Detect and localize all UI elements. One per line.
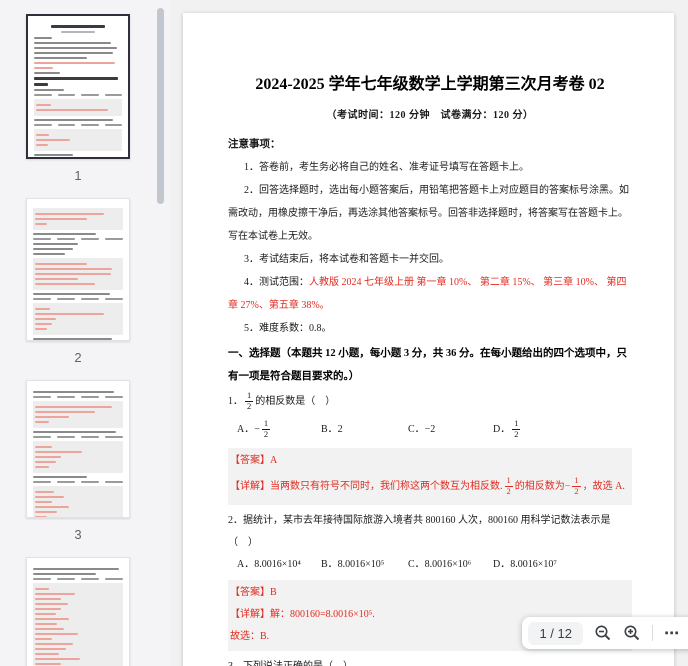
thumbnail-item-1: 1 [26,14,130,192]
page-thumbnail-4[interactable] [26,557,130,666]
notice-item-3: 3．考试结束后，将本试卷和答题卡一并交回。 [228,248,632,271]
notice-item-1: 1．答卷前，考生务必将自己的姓名、准考证号填写在答题卡上。 [228,156,632,179]
fraction: 12 [512,419,520,440]
fraction: 12 [572,476,580,497]
thumbnail-sidebar: 1 2 3 4 [0,0,170,666]
notice-item-2: 2．回答选择题时，选出每小题答案后，用铅笔把答题卡上对应题目的答案标号涂黑。如需… [228,179,632,248]
viewer-toolbar: 1 / 12 ⋯ [522,617,688,649]
page-thumbnail-1[interactable] [26,14,130,159]
page-indicator[interactable]: 1 / 12 [528,622,583,645]
exam-subtitle: （考试时间：120 分钟 试卷满分：120 分） [228,106,632,121]
document-viewport: 2024-2025 学年七年级数学上学期第三次月考卷 02 （考试时间：120 … [170,0,688,666]
thumbnail-item-4: 4 [26,557,130,666]
explanation-1: 【详解】当两数只有符号不同时，我们称这两个数互为相反数.12的相反数为−12，故… [230,472,628,502]
page-thumbnail-2[interactable] [26,198,130,341]
document-page-1: 2024-2025 学年七年级数学上学期第三次月考卷 02 （考试时间：120 … [183,13,674,666]
option-b: B．2 [321,416,408,444]
sidebar-scrollbar[interactable] [157,8,164,204]
exam-title: 2024-2025 学年七年级数学上学期第三次月考卷 02 [228,73,632,97]
thumbnail-list: 1 2 3 4 [0,0,156,666]
option-c: C．8.0016×10⁶ [408,554,493,576]
notice-item-5: 5．难度系数：0.8。 [228,317,632,340]
question-2-stem: 2．据统计，某市去年接待国际旅游入境者共 800160 人次，800160 用科… [228,510,632,554]
option-d: D．12 [493,416,522,444]
option-d: D．8.0016×10⁷ [493,554,557,576]
toolbar-divider [652,625,653,641]
answer-2: 【答案】B [230,582,628,604]
fraction: 12 [505,476,513,497]
thumbnail-item-2: 2 [26,198,130,374]
answer-1: 【答案】A [230,450,628,472]
question-3-stem: 3．下列说法正确的是（ ） [228,656,632,666]
thumbnail-page-number: 1 [74,168,81,192]
fraction: 12 [262,419,270,440]
notice-item-4: 4．测试范围：人教版 2024 七年级上册 第一章 10%、 第二章 15%、 … [228,271,632,317]
more-options-icon[interactable]: ⋯ [664,624,680,642]
question-1-number: 1． [228,396,243,407]
option-a: A．8.0016×10⁴ [237,554,321,576]
question-1-options: A．−12 B．2 C．−2 D．12 [228,416,632,444]
option-b: B．8.0016×10⁵ [321,554,408,576]
page-thumbnail-3[interactable] [26,380,130,518]
question-1-text: 的相反数是（ ） [255,396,335,407]
zoom-in-icon[interactable] [623,624,641,642]
thumbnail-page-number: 3 [74,527,81,551]
question-2-options: A．8.0016×10⁴ B．8.0016×10⁵ C．8.0016×10⁶ D… [228,554,632,576]
answer-block-1: 【答案】A 【详解】当两数只有符号不同时，我们称这两个数互为相反数.12的相反数… [228,448,632,505]
thumbnail-item-3: 3 [26,380,130,551]
question-1-stem: 1．12的相反数是（ ） [228,388,632,416]
zoom-out-icon[interactable] [594,624,612,642]
notice-heading: 注意事项： [228,133,632,156]
option-a: A．−12 [237,416,321,444]
notice-4-prefix: 4．测试范围： [244,277,309,288]
fraction: 12 [245,391,253,412]
option-c: C．−2 [408,416,493,444]
thumbnail-page-number: 2 [74,350,81,374]
section-1-heading: 一、选择题（本题共 12 小题，每小题 3 分，共 36 分。在每小题给出的四个… [228,342,632,388]
